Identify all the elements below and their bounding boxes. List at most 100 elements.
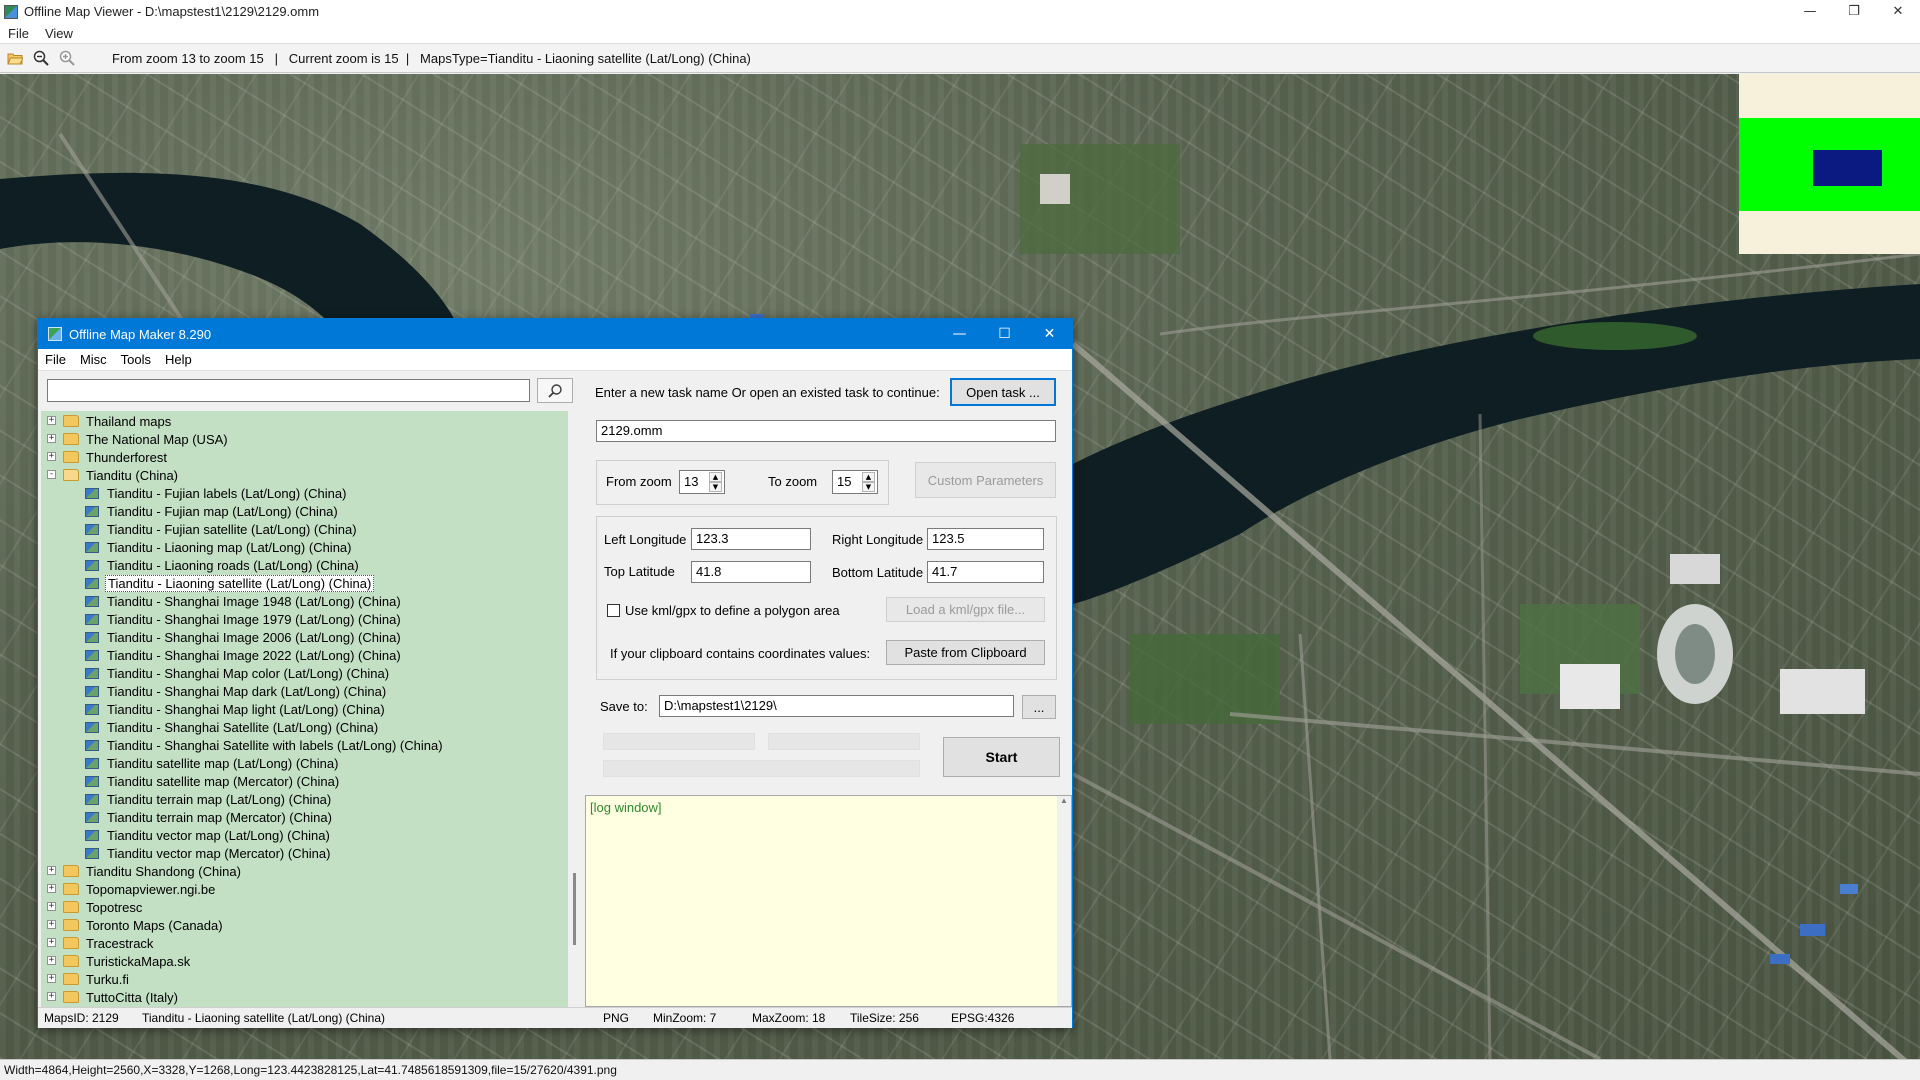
tree-folder-item[interactable]: + Tianditu Shandong (China) — [47, 862, 243, 880]
tree-map-item[interactable]: Tianditu - Shanghai Image 2006 (Lat/Long… — [85, 628, 403, 646]
tree-map-item[interactable]: Tianditu vector map (Mercator) (China) — [85, 844, 332, 862]
tree-map-item[interactable]: Tianditu terrain map (Mercator) (China) — [85, 808, 334, 826]
custom-parameters-button[interactable]: Custom Parameters — [915, 462, 1056, 498]
restore-icon[interactable]: ❐ — [1832, 0, 1876, 23]
log-window[interactable]: [log window] ▲ — [585, 795, 1072, 1007]
tree-map-item[interactable]: Tianditu - Shanghai Image 1979 (Lat/Long… — [85, 610, 403, 628]
collapse-icon[interactable]: - — [47, 470, 56, 479]
expand-icon[interactable]: + — [47, 884, 56, 893]
paste-from-clipboard-button[interactable]: Paste from Clipboard — [886, 640, 1045, 665]
tree-map-item[interactable]: Tianditu - Fujian labels (Lat/Long) (Chi… — [85, 484, 348, 502]
log-scrollbar[interactable]: ▲ — [1057, 796, 1071, 1006]
zoom-out-icon[interactable] — [30, 47, 52, 69]
tree-map-item[interactable]: Tianditu - Shanghai Image 1948 (Lat/Long… — [85, 592, 403, 610]
tree-folder-item[interactable]: + Thunderforest — [47, 448, 169, 466]
expand-icon[interactable]: + — [47, 416, 56, 425]
tree-map-item[interactable]: Tianditu - Fujian satellite (Lat/Long) (… — [85, 520, 359, 538]
expand-icon[interactable]: + — [47, 974, 56, 983]
left-longitude-field[interactable]: 123.3 — [691, 528, 811, 550]
tree-map-item[interactable]: Tianditu - Liaoning satellite (Lat/Long)… — [85, 574, 375, 592]
tree-map-item[interactable]: Tianditu - Liaoning roads (Lat/Long) (Ch… — [85, 556, 361, 574]
offline-map-maker-dialog: Offline Map Maker 8.290 — ☐ ✕ File Misc … — [37, 318, 1073, 1028]
viewer-window-controls: — ❐ ✕ — [1788, 0, 1920, 23]
from-zoom-spinner[interactable]: 13 ▲ ▼ — [679, 470, 725, 494]
bottom-latitude-field[interactable]: 41.7 — [927, 561, 1044, 583]
tree-folder-item[interactable]: + Topomapviewer.ngi.be — [47, 880, 217, 898]
zoom-info-text: From zoom 13 to zoom 15 | Current zoom i… — [112, 50, 751, 66]
tree-map-item[interactable]: Tianditu - Shanghai Image 2022 (Lat/Long… — [85, 646, 403, 664]
expand-icon[interactable]: + — [47, 452, 56, 461]
open-task-button[interactable]: Open task ... — [950, 378, 1056, 406]
tree-map-item[interactable]: Tianditu - Shanghai Map light (Lat/Long)… — [85, 700, 387, 718]
overview-minimap[interactable] — [1739, 74, 1920, 254]
dialog-maximize-icon[interactable]: ☐ — [982, 319, 1027, 349]
tree-item-label: Tianditu satellite map (Mercator) (China… — [107, 773, 340, 789]
dialog-close-icon[interactable]: ✕ — [1027, 319, 1072, 349]
tree-folder-item[interactable]: + The National Map (USA) — [47, 430, 230, 448]
expand-icon[interactable]: + — [47, 902, 56, 911]
to-zoom-down-icon[interactable]: ▼ — [862, 482, 875, 492]
map-icon — [85, 523, 99, 535]
start-button[interactable]: Start — [943, 737, 1060, 777]
from-zoom-up-icon[interactable]: ▲ — [709, 472, 722, 482]
tree-item-label: Thunderforest — [86, 449, 167, 465]
dialog-menu-file[interactable]: File — [38, 352, 73, 367]
map-icon — [85, 793, 99, 805]
map-icon — [85, 613, 99, 625]
browse-folder-button[interactable]: ... — [1022, 695, 1056, 719]
load-kml-button[interactable]: Load a kml/gpx file... — [886, 597, 1045, 622]
expand-icon[interactable]: + — [47, 956, 56, 965]
tree-map-item[interactable]: Tianditu - Shanghai Map color (Lat/Long)… — [85, 664, 391, 682]
status-maps-name: Tianditu - Liaoning satellite (Lat/Long)… — [142, 1011, 386, 1025]
tree-map-item[interactable]: Tianditu - Shanghai Satellite with label… — [85, 736, 445, 754]
map-search-input[interactable] — [47, 379, 530, 402]
overview-viewport-rect[interactable] — [1813, 150, 1882, 186]
dialog-menu-help[interactable]: Help — [158, 352, 199, 367]
top-latitude-field[interactable]: 41.8 — [691, 561, 811, 583]
to-zoom-up-icon[interactable]: ▲ — [862, 472, 875, 482]
right-longitude-field[interactable]: 123.5 — [927, 528, 1044, 550]
minimize-icon[interactable]: — — [1788, 0, 1832, 23]
tree-map-item[interactable]: Tianditu - Fujian map (Lat/Long) (China) — [85, 502, 340, 520]
search-button[interactable] — [537, 378, 573, 403]
expand-icon[interactable]: + — [47, 938, 56, 947]
tree-item-label: The National Map (USA) — [86, 431, 228, 447]
tree-scrollbar-thumb[interactable] — [573, 873, 576, 945]
tree-folder-item[interactable]: + Topotresc — [47, 898, 144, 916]
tree-folder-item[interactable]: - Tianditu (China) — [47, 466, 180, 484]
kml-polygon-checkbox[interactable] — [607, 604, 620, 617]
tree-map-item[interactable]: Tianditu - Shanghai Satellite (Lat/Long)… — [85, 718, 380, 736]
tree-folder-item[interactable]: + TuttoCitta (Italy) — [47, 988, 180, 1006]
viewer-menu-file[interactable]: File — [0, 26, 37, 41]
tree-map-item[interactable]: Tianditu terrain map (Lat/Long) (China) — [85, 790, 333, 808]
tree-folder-item[interactable]: + TuristickaMapa.sk — [47, 952, 192, 970]
dialog-title-bar[interactable]: Offline Map Maker 8.290 — ☐ ✕ — [38, 319, 1072, 349]
tree-folder-item[interactable]: + Thailand maps — [47, 412, 173, 430]
map-icon — [85, 595, 99, 607]
to-zoom-spinner[interactable]: 15 ▲ ▼ — [832, 470, 878, 494]
dialog-menu-tools[interactable]: Tools — [114, 352, 158, 367]
expand-icon[interactable]: + — [47, 992, 56, 1001]
save-to-field[interactable]: D:\mapstest1\2129\ — [659, 695, 1014, 717]
tree-scrollbar[interactable] — [568, 411, 584, 1007]
dialog-menu-misc[interactable]: Misc — [73, 352, 114, 367]
tree-folder-item[interactable]: + Turku.fi — [47, 970, 131, 988]
close-icon[interactable]: ✕ — [1876, 0, 1920, 23]
tree-map-item[interactable]: Tianditu satellite map (Mercator) (China… — [85, 772, 341, 790]
expand-icon[interactable]: + — [47, 920, 56, 929]
tree-map-item[interactable]: Tianditu vector map (Lat/Long) (China) — [85, 826, 332, 844]
tree-folder-item[interactable]: + Tracestrack — [47, 934, 155, 952]
zoom-in-icon[interactable] — [56, 47, 78, 69]
tree-folder-item[interactable]: + Toronto Maps (Canada) — [47, 916, 225, 934]
expand-icon[interactable]: + — [47, 434, 56, 443]
map-source-tree[interactable]: + Thailand maps + The National Map (USA) + Th… — [41, 411, 568, 1007]
from-zoom-down-icon[interactable]: ▼ — [709, 482, 722, 492]
tree-map-item[interactable]: Tianditu - Shanghai Map dark (Lat/Long) … — [85, 682, 388, 700]
open-folder-icon[interactable] — [4, 47, 26, 69]
dialog-minimize-icon[interactable]: — — [937, 319, 982, 349]
task-name-field[interactable]: 2129.omm — [596, 420, 1056, 442]
tree-map-item[interactable]: Tianditu satellite map (Lat/Long) (China… — [85, 754, 340, 772]
tree-map-item[interactable]: Tianditu - Liaoning map (Lat/Long) (Chin… — [85, 538, 354, 556]
expand-icon[interactable]: + — [47, 866, 56, 875]
viewer-menu-view[interactable]: View — [37, 26, 81, 41]
